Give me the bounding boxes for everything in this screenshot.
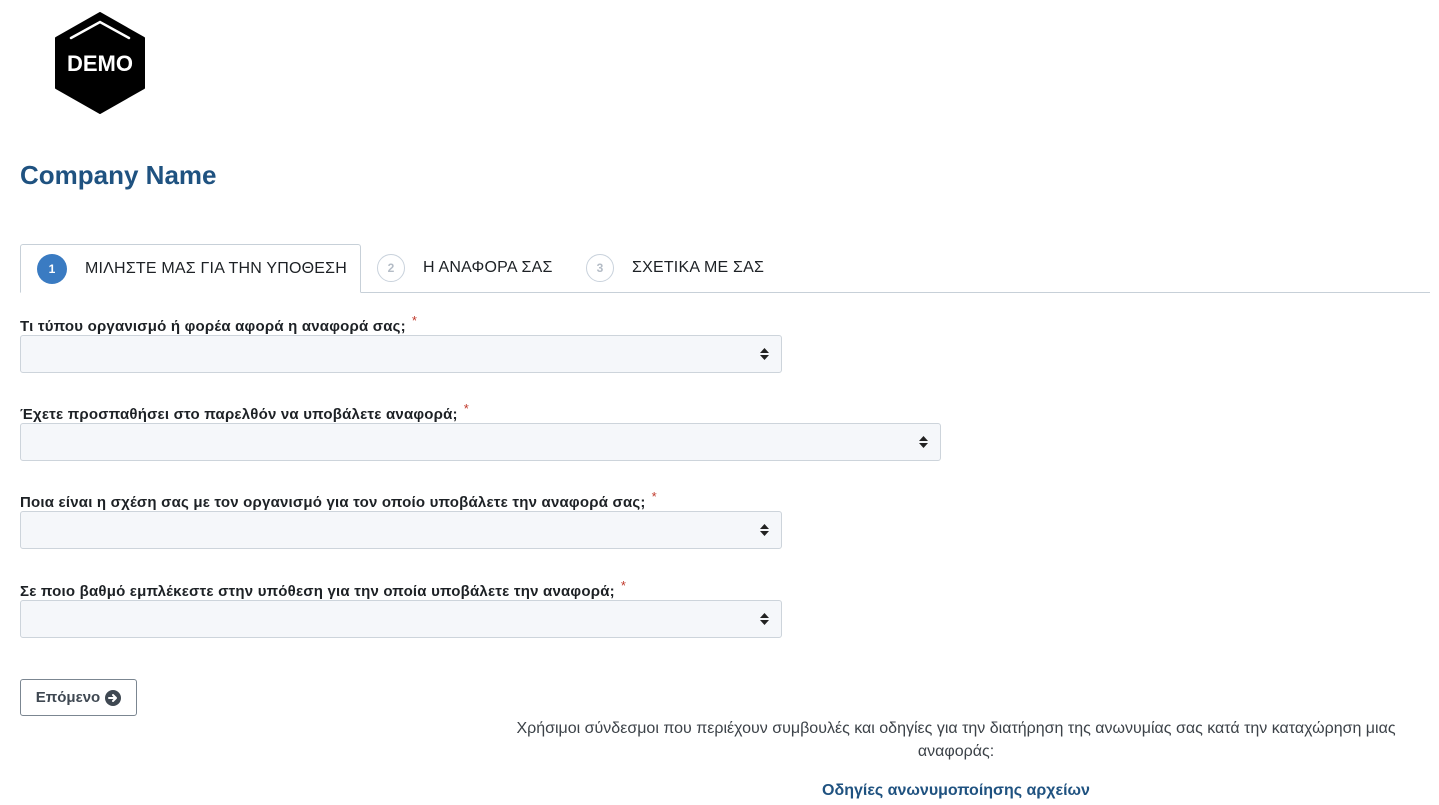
logo-text: DEMO: [67, 51, 133, 76]
step-tabs: 1 ΜΙΛΗΣΤΕ ΜΑΣ ΓΙΑ ΤΗΝ ΥΠΟΘΕΣΗ 2 Η ΑΝΑΦΟΡ…: [20, 244, 1430, 293]
next-button[interactable]: Επόμενο: [20, 679, 137, 716]
question-label-1: Τι τύπου οργανισμό ή φορέα αφορά η αναφο…: [20, 313, 417, 335]
previous-report-select[interactable]: [20, 423, 941, 461]
relationship-select[interactable]: [20, 511, 782, 549]
arrow-circle-right-icon: [105, 689, 122, 706]
required-marker: *: [651, 489, 657, 504]
sort-arrows-icon: [760, 524, 769, 536]
required-marker: *: [463, 401, 470, 416]
tab-step-2[interactable]: 2 Η ΑΝΑΦΟΡΑ ΣΑΣ: [377, 244, 553, 292]
sort-arrows-icon: [760, 348, 769, 360]
question-text: Έχετε προσπαθήσει στο παρελθόν να υποβάλ…: [20, 406, 458, 423]
required-marker: *: [411, 313, 418, 328]
tab-label: ΣΧΕΤΙΚΑ ΜΕ ΣΑΣ: [632, 259, 765, 276]
sort-arrows-icon: [919, 436, 928, 448]
question-text: Τι τύπου οργανισμό ή φορέα αφορά η αναφο…: [20, 318, 406, 335]
required-marker: *: [620, 578, 627, 593]
tab-step-1[interactable]: 1 ΜΙΛΗΣΤΕ ΜΑΣ ΓΙΑ ΤΗΝ ΥΠΟΘΕΣΗ: [20, 244, 361, 293]
tab-step-3[interactable]: 3 ΣΧΕΤΙΚΑ ΜΕ ΣΑΣ: [586, 244, 764, 292]
question-text: Ποια είναι η σχέση σας με τον οργανισμό …: [20, 494, 646, 511]
sort-arrows-icon: [760, 613, 769, 625]
file-anonymization-guide-link[interactable]: Οδηγίες ανωνυμοποίησης αρχείων: [486, 782, 1426, 800]
question-label-3: Ποια είναι η σχέση σας με τον οργανισμό …: [20, 489, 657, 511]
question-text: Σε ποιο βαθμό εμπλέκεστε στην υπόθεση γι…: [20, 583, 615, 600]
question-label-4: Σε ποιο βαθμό εμπλέκεστε στην υπόθεση γι…: [20, 578, 626, 600]
tab-label: ΜΙΛΗΣΤΕ ΜΑΣ ΓΙΑ ΤΗΝ ΥΠΟΘΕΣΗ: [85, 259, 348, 277]
next-button-label: Επόμενο: [35, 689, 101, 706]
company-name: Company Name: [20, 160, 217, 190]
step-number-2: 2: [377, 254, 405, 282]
question-label-2: Έχετε προσπαθήσει στο παρελθόν να υποβάλ…: [20, 401, 469, 423]
step-number-1: 1: [37, 253, 67, 284]
demo-logo: DEMO: [54, 12, 146, 114]
organization-type-select[interactable]: [20, 335, 782, 373]
tab-label: Η ΑΝΑΦΟΡΑ ΣΑΣ: [423, 259, 553, 276]
step-number-3: 3: [586, 254, 614, 282]
anonymity-help-text: Χρήσιμοι σύνδεσμοι που περιέχουν συμβουλ…: [516, 720, 1396, 760]
involvement-level-select[interactable]: [20, 600, 782, 638]
